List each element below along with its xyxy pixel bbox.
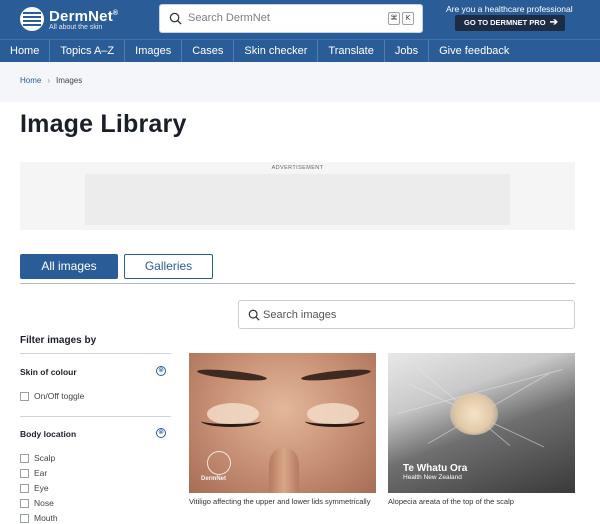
image-caption: Alopecia areata of the top of the scalp: [388, 497, 514, 506]
breadcrumb-current: Images: [56, 76, 83, 85]
nav-cases[interactable]: Cases: [182, 40, 235, 62]
site-search-placeholder: Search DermNet: [188, 12, 270, 24]
closed-eye-right: [305, 415, 365, 427]
checkbox[interactable]: [20, 513, 29, 523]
vitiligo-eyelids-image[interactable]: DermNet: [189, 353, 376, 493]
search-icon: [248, 309, 260, 321]
advertisement-slot: ADVERTISEMENT: [20, 162, 575, 230]
logo-tagline: All about the skin: [49, 24, 103, 31]
breadcrumb-home[interactable]: Home: [20, 76, 41, 85]
tabs-divider: [20, 283, 575, 284]
clear-skin-of-colour-icon[interactable]: ⊗: [156, 366, 166, 376]
image-brand: Te Whatu Ora Health New Zealand: [403, 463, 467, 481]
body-location-option[interactable]: Mouth: [20, 513, 58, 523]
chevron-right-icon: ›: [47, 76, 51, 85]
skin-of-colour-toggle[interactable]: On/Off toggle: [20, 391, 84, 401]
checkbox[interactable]: [20, 468, 29, 478]
search-icon: [169, 12, 182, 25]
option-label-ear: Ear: [34, 468, 48, 478]
nav-home[interactable]: Home: [0, 40, 51, 62]
checkbox[interactable]: [20, 391, 29, 401]
body-location-option[interactable]: Ear: [20, 468, 47, 478]
main-nav: Home Topics A–Z Images Cases Skin checke…: [0, 39, 600, 62]
logo-icon: [20, 7, 44, 31]
tab-all-images[interactable]: All images: [20, 254, 118, 279]
image-card[interactable]: Te Whatu Ora Health New Zealand Alopecia…: [388, 353, 575, 507]
nav-jobs[interactable]: Jobs: [385, 40, 430, 62]
logo-registered: ®: [112, 10, 119, 17]
top-header: DermNet® All about the skin Search DermN…: [0, 0, 600, 39]
k-key-hint: K: [402, 12, 414, 25]
clear-body-location-icon[interactable]: ⊗: [156, 428, 166, 438]
brand-subtitle: Health New Zealand: [403, 474, 462, 481]
image-search-placeholder: Search images: [263, 309, 337, 321]
option-label-scalp: Scalp: [34, 453, 56, 463]
site-search-input[interactable]: Search DermNet ⌘ K: [159, 4, 423, 33]
filter-skin-of-colour-heading: Skin of colour: [20, 367, 77, 377]
tab-galleries[interactable]: Galleries: [124, 254, 213, 279]
checkbox[interactable]: [20, 483, 29, 493]
bald-patch: [450, 393, 498, 435]
filter-title: Filter images by: [20, 335, 97, 346]
checkbox[interactable]: [20, 453, 29, 463]
logo-name: DermNet: [49, 8, 113, 25]
body-location-option[interactable]: Eye: [20, 483, 49, 493]
nose: [269, 448, 299, 493]
nav-translate[interactable]: Translate: [318, 40, 385, 62]
nav-skin-checker[interactable]: Skin checker: [234, 40, 319, 62]
skin-of-colour-option-label: On/Off toggle: [34, 391, 85, 401]
option-label-mouth: Mouth: [34, 513, 58, 523]
dermnet-logo[interactable]: DermNet® All about the skin: [20, 6, 118, 32]
image-card[interactable]: DermNet Vitiligo affecting the upper and…: [189, 353, 376, 507]
closed-eye-left: [201, 415, 261, 427]
image-watermark: DermNet: [201, 476, 227, 482]
image-caption: Vitiligo affecting the upper and lower l…: [189, 497, 371, 506]
option-label-nose: Nose: [34, 498, 54, 508]
filter-divider: [20, 416, 171, 417]
advertisement-label: ADVERTISEMENT: [271, 165, 324, 171]
eyebrow-left: [196, 367, 268, 383]
pro-question: Are you a healthcare professional: [446, 4, 573, 14]
arrow-right-icon: ➔: [549, 17, 558, 28]
filter-divider: [20, 353, 171, 354]
body-location-option[interactable]: Scalp: [20, 453, 55, 463]
image-search-input[interactable]: Search images: [238, 300, 575, 329]
advertisement-box[interactable]: [85, 174, 510, 225]
pro-button-label: GO TO DERMNET PRO: [464, 18, 546, 27]
nav-images[interactable]: Images: [125, 40, 183, 62]
checkbox[interactable]: [20, 498, 29, 508]
nav-give-feedback[interactable]: Give feedback: [429, 40, 519, 62]
go-to-dermnet-pro-button[interactable]: GO TO DERMNET PRO ➔: [455, 15, 565, 31]
breadcrumb: Home › Images: [20, 76, 82, 85]
nav-topics[interactable]: Topics A–Z: [50, 40, 126, 62]
eyebrow-right: [300, 367, 372, 383]
page-title: Image Library: [20, 110, 187, 138]
dermnet-watermark-icon: [207, 451, 231, 475]
body-location-option[interactable]: Nose: [20, 498, 54, 508]
option-label-eye: Eye: [34, 483, 49, 493]
brand-name: Te Whatu Ora: [403, 463, 468, 474]
filter-body-location-heading: Body location: [20, 429, 77, 439]
breadcrumb-band: Home › Images: [0, 62, 600, 102]
command-key-icon: ⌘: [388, 12, 400, 25]
alopecia-scalp-image[interactable]: Te Whatu Ora Health New Zealand: [388, 353, 575, 493]
